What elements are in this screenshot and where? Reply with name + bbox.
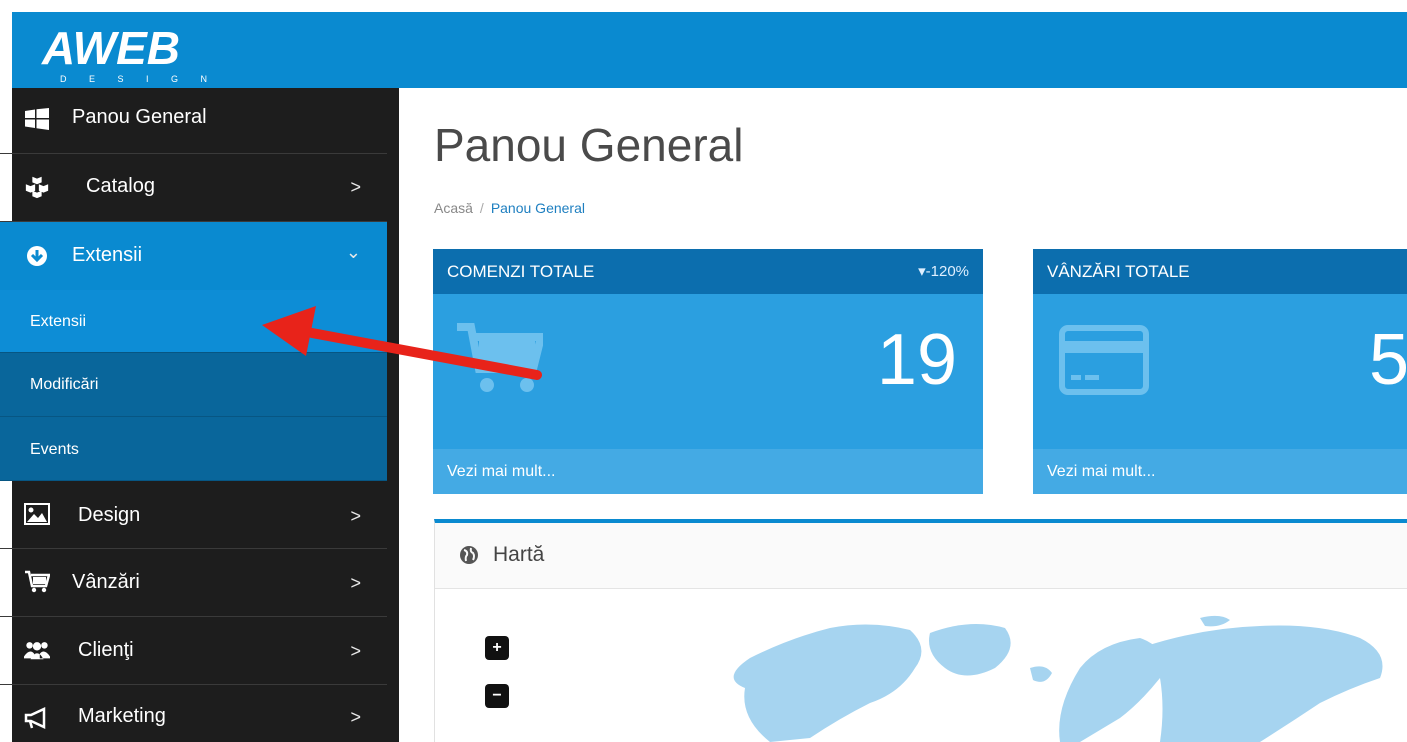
sidebar-item-clienti[interactable]: Clienţi >: [0, 617, 387, 685]
sidebar-item-design[interactable]: Design >: [0, 481, 387, 549]
sidebar-item-label: Clienţi: [78, 639, 134, 661]
tile-header: VÂNZĂRI TOTALE: [1033, 249, 1407, 294]
submenu-item-label: Modificări: [30, 376, 99, 393]
shopping-cart-icon: [457, 323, 547, 402]
tile-footer-label: Vezi mai mult...: [1047, 463, 1156, 480]
megaphone-icon: [24, 705, 50, 731]
tile-value: 5: [1369, 320, 1407, 400]
sidebar-item-extensii[interactable]: Extensii ⌄: [0, 222, 387, 290]
globe-icon: [459, 545, 479, 570]
breadcrumb-separator: /: [479, 200, 484, 216]
zoom-in-button[interactable]: +: [485, 636, 509, 660]
submenu-item-label: Extensii: [30, 313, 87, 330]
chevron-right-icon: >: [350, 177, 361, 197]
submenu-item-events[interactable]: Events: [0, 417, 387, 481]
sidebar-item-label: Design: [78, 504, 141, 526]
arrow-down-circle-icon: [24, 243, 50, 269]
cart-icon: [24, 569, 50, 595]
sidebar-item-vanzari[interactable]: Vânzări >: [0, 549, 387, 617]
tile-footer-link[interactable]: Vezi mai mult...: [1033, 449, 1407, 494]
map-region-asia: [1140, 625, 1383, 742]
caret-down-icon: ▾: [918, 263, 926, 280]
map-panel-title: Hartă: [493, 543, 545, 566]
tile-footer-link[interactable]: Vezi mai mult...: [433, 449, 983, 494]
submenu-item-extensii[interactable]: Extensii: [0, 290, 387, 353]
tile-footer-label: Vezi mai mult...: [447, 463, 556, 480]
submenu-item-label: Events: [30, 441, 79, 458]
submenu-item-modificari[interactable]: Modificări: [0, 353, 387, 417]
world-map[interactable]: [700, 608, 1407, 742]
chevron-down-icon: ⌄: [345, 242, 361, 262]
tile-change: ▾-120%: [918, 262, 969, 280]
breadcrumb-current-link[interactable]: Panou General: [491, 200, 585, 216]
tile-change-value: -120%: [925, 263, 969, 280]
breadcrumb: Acasă / Panou General: [434, 200, 585, 216]
total-sales-tile: VÂNZĂRI TOTALE 5 Vezi mai mult...: [1033, 249, 1407, 494]
chevron-right-icon: >: [350, 707, 361, 727]
tile-header: COMENZI TOTALE ▾-120%: [433, 249, 983, 294]
top-header-bar: AWEB D E S I G N: [12, 12, 1407, 88]
page-title: Panou General: [434, 119, 744, 171]
chevron-right-icon: >: [350, 506, 361, 526]
tile-value: 19: [876, 320, 957, 400]
map-region-greenland: [929, 624, 1011, 676]
sidebar-item-label: Extensii: [72, 244, 143, 266]
credit-card-icon: [1059, 325, 1149, 400]
sidebar-item-label: Vânzări: [72, 571, 140, 593]
total-orders-tile: COMENZI TOTALE ▾-120% 19 Vezi mai mult..…: [433, 249, 983, 494]
sidebar-item-marketing[interactable]: Marketing >: [0, 685, 387, 742]
chevron-right-icon: >: [350, 641, 361, 661]
svg-text:AWEB: AWEB: [41, 22, 180, 74]
sidebar-item-label: Panou General: [72, 106, 207, 128]
users-icon: [24, 637, 50, 663]
sidebar-item-panou-general[interactable]: Panou General: [0, 88, 387, 154]
tile-title: COMENZI TOTALE: [447, 262, 595, 281]
zoom-out-button[interactable]: −: [485, 684, 509, 708]
chevron-right-icon: >: [350, 573, 361, 593]
sidebar-item-catalog[interactable]: Catalog >: [0, 154, 387, 222]
windows-icon: [24, 106, 50, 132]
sidebar-item-label: Marketing: [78, 705, 166, 727]
tile-title: VÂNZĂRI TOTALE: [1047, 262, 1190, 281]
image-icon: [24, 501, 50, 527]
svg-text:D E S I G N: D E S I G N: [60, 74, 217, 82]
cubes-icon: [24, 174, 50, 200]
map-panel-header: Hartă: [435, 523, 1407, 589]
sidebar-item-label: Catalog: [86, 175, 155, 197]
aweb-logo[interactable]: AWEB D E S I G N: [40, 22, 230, 84]
breadcrumb-home-link[interactable]: Acasă: [434, 200, 473, 216]
map-region-north-america: [733, 624, 922, 742]
